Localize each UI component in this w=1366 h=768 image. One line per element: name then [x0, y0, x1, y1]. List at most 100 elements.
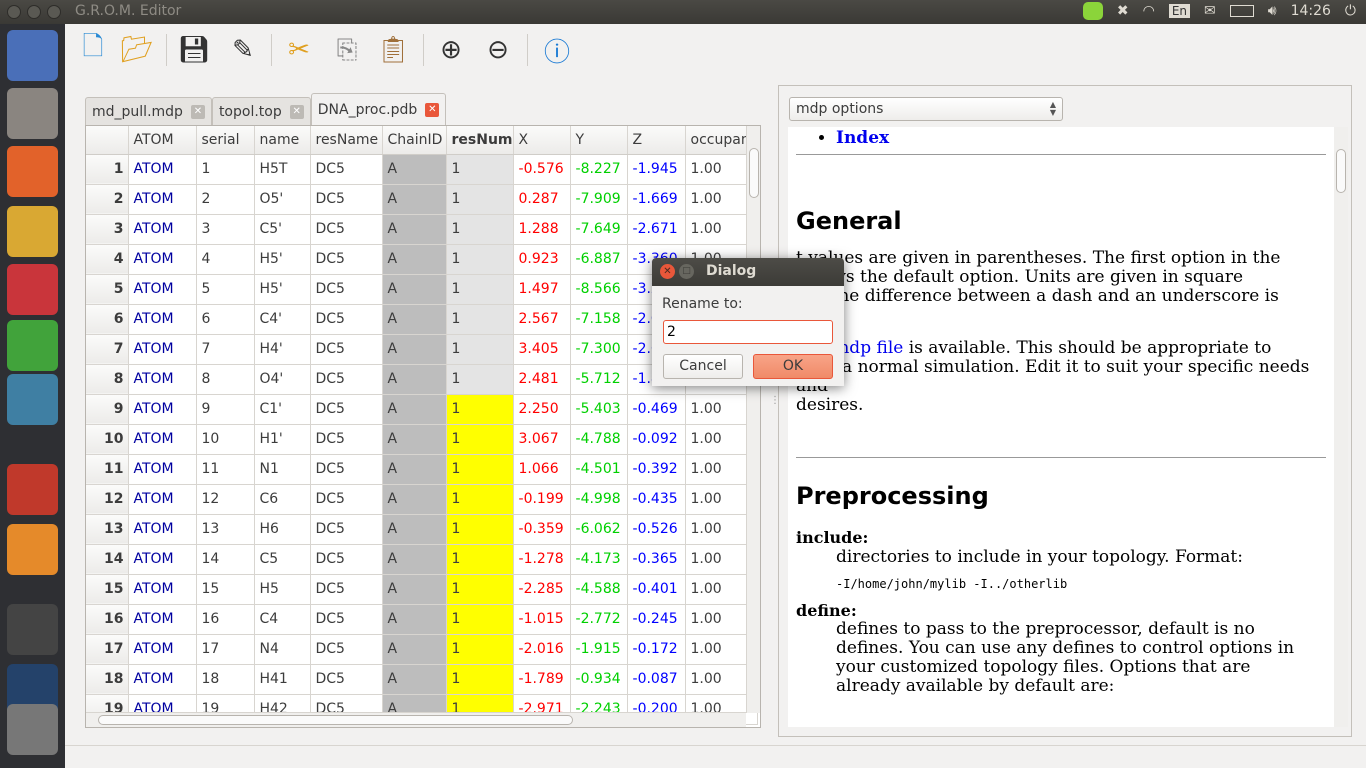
table-cell[interactable]: H41 [254, 664, 311, 695]
column-header[interactable]: ChainID [382, 126, 447, 155]
python-icon[interactable] [7, 264, 58, 315]
row-header[interactable]: 7 [86, 334, 129, 365]
table-cell[interactable]: A [382, 604, 447, 635]
table-cell[interactable]: -1.915 [570, 634, 628, 665]
table-cell[interactable]: 1 [446, 664, 514, 695]
table-cell[interactable]: 1 [446, 544, 514, 575]
table-cell[interactable]: 1 [446, 364, 514, 395]
new-file-button[interactable]: 🗋 [75, 32, 111, 68]
table-cell[interactable]: DC5 [310, 274, 383, 305]
table-cell[interactable]: 1 [446, 214, 514, 245]
table-cell[interactable]: -1.789 [513, 664, 571, 695]
table-cell[interactable]: ATOM [128, 334, 197, 365]
table-cell[interactable]: 0.923 [513, 244, 571, 275]
table-cell[interactable]: -5.403 [570, 394, 628, 425]
cancel-button[interactable]: Cancel [663, 354, 743, 379]
table-cell[interactable]: 3.405 [513, 334, 571, 365]
table-cell[interactable]: -0.392 [627, 454, 686, 485]
row-header[interactable]: 12 [86, 484, 129, 515]
table-cell[interactable]: -0.087 [627, 664, 686, 695]
mail-icon[interactable]: ✉ [1204, 3, 1216, 19]
table-row[interactable]: 3 ATOM 3 C5' DC5 A 1 1.288 -7.649 -2.671 1.00 [86, 214, 759, 245]
table-cell[interactable]: DC5 [310, 154, 383, 185]
table-cell[interactable]: DC5 [310, 304, 383, 335]
table-cell[interactable]: H5 [254, 574, 311, 605]
table-cell[interactable]: A [382, 154, 447, 185]
close-tab-icon[interactable]: ✕ [190, 105, 205, 119]
save-button[interactable]: 💾︎ [176, 32, 212, 68]
table-cell[interactable]: -0.576 [513, 154, 571, 185]
help-topic-combo[interactable]: mdp options ▲ ▼ [789, 97, 1063, 121]
table-cell[interactable]: ATOM [128, 634, 197, 665]
table-cell[interactable]: A [382, 244, 447, 275]
row-header[interactable]: 15 [86, 574, 129, 605]
about-button[interactable]: ⓘ [539, 32, 575, 68]
table-cell[interactable]: -7.909 [570, 184, 628, 215]
table-cell[interactable]: -0.359 [513, 514, 571, 545]
table-cell[interactable]: ATOM [128, 154, 197, 185]
table-cell[interactable]: -8.566 [570, 274, 628, 305]
rename-input[interactable] [663, 320, 833, 344]
table-cell[interactable]: 1.497 [513, 274, 571, 305]
table-cell[interactable]: A [382, 454, 447, 485]
table-cell[interactable]: A [382, 184, 447, 215]
table-cell[interactable]: -2.285 [513, 574, 571, 605]
table-cell[interactable]: ATOM [128, 574, 197, 605]
table-cell[interactable]: 1 [446, 184, 514, 215]
table-cell[interactable]: C5' [254, 214, 311, 245]
table-cell[interactable]: 2.481 [513, 364, 571, 395]
table-cell[interactable]: 1 [446, 154, 514, 185]
close-window-button[interactable] [7, 5, 21, 19]
table-cell[interactable]: ATOM [128, 484, 197, 515]
table-cell[interactable]: -0.245 [627, 604, 686, 635]
table-cell[interactable]: DC5 [310, 334, 383, 365]
maximize-window-button[interactable] [47, 5, 61, 19]
table-cell[interactable]: A [382, 274, 447, 305]
table-cell[interactable]: 6 [196, 304, 255, 335]
table-cell[interactable]: A [382, 334, 447, 365]
table-cell[interactable]: 5 [196, 274, 255, 305]
files-icon[interactable] [7, 88, 58, 139]
row-header[interactable]: 2 [86, 184, 129, 215]
table-cell[interactable]: A [382, 304, 447, 335]
chat-indicator-icon[interactable] [1082, 2, 1103, 20]
column-header[interactable]: resNum [446, 126, 514, 155]
table-cell[interactable]: ATOM [128, 544, 197, 575]
minimize-window-button[interactable] [27, 5, 41, 19]
table-cell[interactable]: -1.278 [513, 544, 571, 575]
clock[interactable]: 14:26 [1291, 3, 1331, 19]
table-cell[interactable]: ATOM [128, 604, 197, 635]
row-header[interactable]: 6 [86, 304, 129, 335]
row-header[interactable]: 4 [86, 244, 129, 275]
table-cell[interactable]: DC5 [310, 424, 383, 455]
table-cell[interactable]: 3 [196, 214, 255, 245]
table-cell[interactable]: -1.015 [513, 604, 571, 635]
table-row[interactable]: 15 ATOM 15 H5 DC5 A 1 -2.285 -4.588 -0.401 1.00 [86, 574, 759, 605]
table-row[interactable]: 18 ATOM 18 H41 DC5 A 1 -1.789 -0.934 -0.087 1.00 [86, 664, 759, 695]
table-cell[interactable]: 12 [196, 484, 255, 515]
row-header[interactable]: 10 [86, 424, 129, 455]
table-row[interactable]: 2 ATOM 2 O5' DC5 A 1 0.287 -7.909 -1.669 1.00 [86, 184, 759, 215]
table-cell[interactable]: DC5 [310, 664, 383, 695]
table-cell[interactable]: -0.401 [627, 574, 686, 605]
ubuntu-dash-icon[interactable] [7, 30, 58, 81]
table-cell[interactable]: A [382, 364, 447, 395]
table-cell[interactable]: 1 [446, 514, 514, 545]
table-cell[interactable]: ATOM [128, 424, 197, 455]
table-cell[interactable]: DC5 [310, 484, 383, 515]
table-cell[interactable]: N4 [254, 634, 311, 665]
horizontal-scrollbar[interactable] [86, 712, 746, 727]
table-cell[interactable]: -1.945 [627, 154, 686, 185]
zoom-in-button[interactable]: ⊕ [433, 32, 469, 68]
table-row[interactable]: 17 ATOM 17 N4 DC5 A 1 -2.016 -1.915 -0.172 1.00 [86, 634, 759, 665]
table-cell[interactable]: 10 [196, 424, 255, 455]
battery-icon[interactable] [1229, 5, 1254, 17]
table-cell[interactable]: A [382, 634, 447, 665]
table-cell[interactable]: C6 [254, 484, 311, 515]
table-cell[interactable]: -7.300 [570, 334, 628, 365]
table-cell[interactable]: 2 [196, 184, 255, 215]
tab-dna-proc[interactable]: DNA_proc.pdb ✕ [310, 93, 447, 126]
table-cell[interactable]: -5.712 [570, 364, 628, 395]
row-header[interactable]: 14 [86, 544, 129, 575]
table-cell[interactable]: 1 [446, 304, 514, 335]
